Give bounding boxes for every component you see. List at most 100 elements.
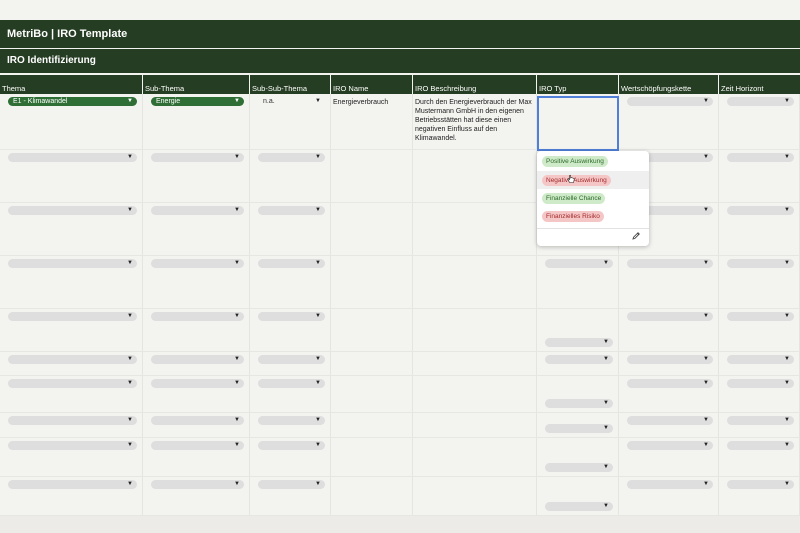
chevron-down-icon: ▼ [315, 380, 321, 386]
pencil-icon[interactable] [631, 231, 641, 241]
sub-sub-thema-select[interactable]: ▼ [258, 441, 325, 450]
dropdown-option-finanzielle-chance[interactable]: Finanzielle Chance [537, 189, 649, 207]
chevron-down-icon: ▼ [127, 98, 133, 104]
zeit-horizont-select[interactable]: ▼ [727, 206, 794, 215]
hand-cursor-icon [567, 174, 575, 183]
zeit-horizont-select[interactable]: ▼ [727, 480, 794, 489]
column-header-wertschoepfungskette[interactable]: Wertschöpfungskette [619, 75, 718, 94]
sub-thema-select[interactable]: ▼ [151, 153, 244, 162]
zeit-horizont-select[interactable]: ▼ [727, 416, 794, 425]
zeit-horizont-select[interactable]: ▼ [727, 153, 794, 162]
sub-thema-select[interactable]: ▼ [151, 480, 244, 489]
sub-sub-thema-select[interactable]: ▼ [258, 312, 325, 321]
sub-sub-thema-select[interactable]: ▼ [258, 379, 325, 388]
table-cell[interactable] [331, 477, 413, 515]
chevron-down-icon: ▼ [127, 417, 133, 423]
sub-sub-thema-select[interactable]: ▼ [258, 259, 325, 268]
thema-select[interactable]: E1 - Klimawandel ▼ [8, 97, 137, 106]
sub-sub-thema-select[interactable]: ▼ [258, 153, 325, 162]
sub-thema-select[interactable]: ▼ [151, 259, 244, 268]
chevron-down-icon: ▼ [127, 154, 133, 160]
wertschoepfungskette-select[interactable]: ▼ [627, 312, 713, 321]
iro-typ-select[interactable]: ▼ [545, 259, 613, 268]
table-cell[interactable] [331, 413, 413, 437]
dropdown-option-finanzielles-risiko[interactable]: Finanzielles Risiko [537, 207, 649, 225]
wertschoepfungskette-select[interactable]: ▼ [627, 480, 713, 489]
zeit-horizont-select[interactable]: ▼ [727, 355, 794, 364]
sub-thema-select[interactable]: ▼ [151, 441, 244, 450]
column-header-zeit-horizont[interactable]: Zeit Horizont [719, 75, 800, 94]
wertschoepfungskette-select[interactable]: ▼ [627, 441, 713, 450]
sub-sub-thema-select[interactable]: n.a. ▼ [258, 97, 325, 106]
chevron-down-icon: ▼ [234, 356, 240, 362]
table-cell[interactable] [331, 309, 413, 351]
table-cell[interactable] [331, 438, 413, 476]
thema-select[interactable]: ▼ [8, 480, 137, 489]
iro-typ-select[interactable]: ▼ [545, 463, 613, 472]
iro-name-text: Energieverbrauch [333, 99, 389, 106]
table-cell[interactable] [413, 309, 537, 351]
zeit-horizont-select[interactable]: ▼ [727, 379, 794, 388]
thema-select[interactable]: ▼ [8, 259, 137, 268]
thema-select[interactable]: ▼ [8, 206, 137, 215]
chevron-down-icon: ▼ [784, 380, 790, 386]
zeit-horizont-select[interactable]: ▼ [727, 259, 794, 268]
zeit-horizont-select[interactable]: ▼ [727, 97, 794, 106]
table-cell[interactable] [331, 376, 413, 412]
thema-select[interactable]: ▼ [8, 355, 137, 364]
sub-sub-thema-select[interactable]: ▼ [258, 416, 325, 425]
column-header-iro-beschreibung[interactable]: IRO Beschreibung [413, 75, 536, 94]
iro-typ-select[interactable]: ▼ [545, 502, 613, 511]
iro-typ-select[interactable]: ▼ [545, 424, 613, 433]
wertschoepfungskette-select[interactable]: ▼ [627, 416, 713, 425]
sub-sub-thema-select[interactable]: ▼ [258, 480, 325, 489]
sub-thema-select[interactable]: ▼ [151, 355, 244, 364]
table-cell[interactable] [413, 256, 537, 308]
thema-select[interactable]: ▼ [8, 153, 137, 162]
sub-thema-select[interactable]: ▼ [151, 416, 244, 425]
table-cell[interactable] [331, 352, 413, 375]
sub-sub-thema-select[interactable]: ▼ [258, 206, 325, 215]
wertschoepfungskette-select[interactable]: ▼ [627, 355, 713, 364]
active-cell-iro-typ[interactable] [537, 96, 619, 151]
wertschoepfungskette-select[interactable]: ▼ [627, 379, 713, 388]
chevron-down-icon: ▼ [234, 207, 240, 213]
table-cell[interactable] [331, 203, 413, 255]
thema-select[interactable]: ▼ [8, 312, 137, 321]
table-cell[interactable] [331, 256, 413, 308]
zeit-horizont-select[interactable]: ▼ [727, 312, 794, 321]
sub-sub-thema-select[interactable]: ▼ [258, 355, 325, 364]
chevron-down-icon: ▼ [703, 380, 709, 386]
sub-thema-select[interactable]: ▼ [151, 312, 244, 321]
thema-select[interactable]: ▼ [8, 416, 137, 425]
column-header-iro-typ[interactable]: IRO Typ [537, 75, 618, 94]
chip-label: E1 - Klimawandel [13, 98, 68, 105]
table-cell[interactable] [413, 150, 537, 202]
chevron-down-icon: ▼ [784, 207, 790, 213]
table-cell[interactable] [331, 150, 413, 202]
table-cell[interactable] [413, 376, 537, 412]
table-row: ▼ ▼ ▼ ▼ ▼ ▼ [0, 413, 800, 438]
thema-select[interactable]: ▼ [8, 441, 137, 450]
wertschoepfungskette-select[interactable]: ▼ [627, 97, 713, 106]
sub-thema-select[interactable]: ▼ [151, 379, 244, 388]
table-cell[interactable] [413, 477, 537, 515]
iro-typ-select[interactable]: ▼ [545, 338, 613, 347]
column-header-iro-name[interactable]: IRO Name [331, 75, 412, 94]
dropdown-option-negative-auswirkung[interactable]: Negative Auswirkung [537, 171, 649, 189]
column-header-sub-thema[interactable]: Sub-Thema [143, 75, 249, 94]
sub-thema-select[interactable]: Energie ▼ [151, 97, 244, 106]
column-header-sub-sub-thema[interactable]: Sub-Sub-Thema [250, 75, 330, 94]
table-cell[interactable] [413, 203, 537, 255]
zeit-horizont-select[interactable]: ▼ [727, 441, 794, 450]
iro-typ-select[interactable]: ▼ [545, 399, 613, 408]
table-cell[interactable] [413, 352, 537, 375]
table-cell[interactable] [413, 438, 537, 476]
column-header-thema[interactable]: Thema [0, 75, 142, 94]
iro-typ-select[interactable]: ▼ [545, 355, 613, 364]
thema-select[interactable]: ▼ [8, 379, 137, 388]
sub-thema-select[interactable]: ▼ [151, 206, 244, 215]
table-cell[interactable] [413, 413, 537, 437]
dropdown-option-positive-auswirkung[interactable]: Positive Auswirkung [537, 152, 649, 170]
wertschoepfungskette-select[interactable]: ▼ [627, 259, 713, 268]
